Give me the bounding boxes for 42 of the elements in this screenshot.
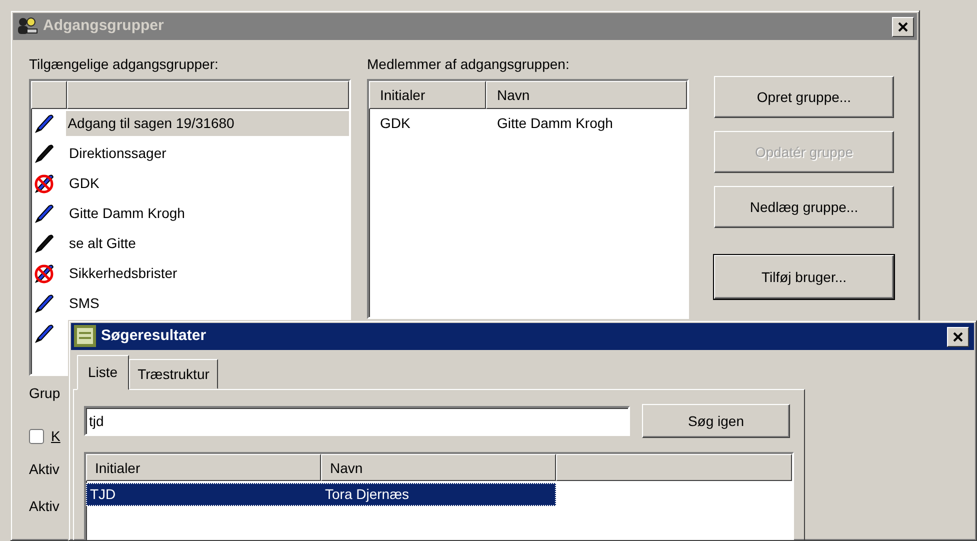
field-label: Grup bbox=[29, 384, 60, 403]
blocked-pen-icon bbox=[33, 172, 55, 194]
list-window-icon bbox=[74, 325, 96, 348]
column-header: Initialer bbox=[86, 454, 321, 481]
column-header: Navn bbox=[321, 454, 556, 481]
window-title: Søgeresultater bbox=[101, 326, 206, 346]
field-label: Aktiv bbox=[29, 496, 60, 516]
button[interactable]: Opret gruppe... bbox=[714, 76, 894, 118]
pen-icon bbox=[33, 232, 55, 254]
close-icon bbox=[898, 22, 908, 32]
button[interactable]: Nedlæg gruppe... bbox=[714, 186, 894, 228]
close-button[interactable] bbox=[892, 16, 914, 36]
search-button[interactable]: Søg igen bbox=[642, 404, 790, 438]
pen-icon bbox=[33, 112, 55, 134]
checkbox[interactable] bbox=[29, 428, 44, 444]
checkbox-label: K bbox=[51, 426, 60, 446]
table-cell-text: GDK bbox=[379, 114, 412, 132]
section-label: Medlemmer af adgangsgruppen: bbox=[367, 55, 570, 74]
list-item[interactable]: se alt Gitte bbox=[67, 231, 144, 256]
list-item[interactable]: Adgang til sagen 19/31680 bbox=[66, 111, 349, 136]
list-item[interactable]: GDK bbox=[67, 171, 108, 196]
column-header: Initialer bbox=[369, 80, 486, 108]
table-cell-text: Gitte Damm Krogh bbox=[496, 114, 613, 133]
list-item[interactable]: Sikkerhedsbrister bbox=[67, 261, 186, 286]
pen-icon bbox=[33, 292, 55, 314]
tab[interactable]: Træstruktur bbox=[128, 359, 218, 389]
window-title: Adgangsgrupper bbox=[43, 16, 164, 36]
blocked-pen-icon bbox=[33, 262, 55, 284]
field-label: Aktiv bbox=[29, 460, 60, 478]
column-header: Navn bbox=[486, 80, 687, 108]
list-item[interactable]: Direktionssager bbox=[67, 141, 174, 166]
search-field[interactable]: tjd bbox=[84, 406, 630, 436]
list-item[interactable]: SMS bbox=[67, 291, 108, 316]
list-item[interactable]: Gitte Damm Krogh bbox=[67, 201, 193, 226]
table-row[interactable]: TJD Tora Djernæs bbox=[86, 483, 556, 506]
close-button[interactable] bbox=[947, 326, 969, 346]
pen-icon bbox=[33, 142, 55, 164]
section-label: Tilgængelige adgangsgrupper: bbox=[29, 55, 220, 74]
button[interactable]: Tilføj bruger... bbox=[714, 255, 894, 299]
pen-icon bbox=[33, 202, 55, 224]
close-icon bbox=[953, 332, 963, 342]
tab[interactable]: Liste bbox=[77, 355, 129, 390]
